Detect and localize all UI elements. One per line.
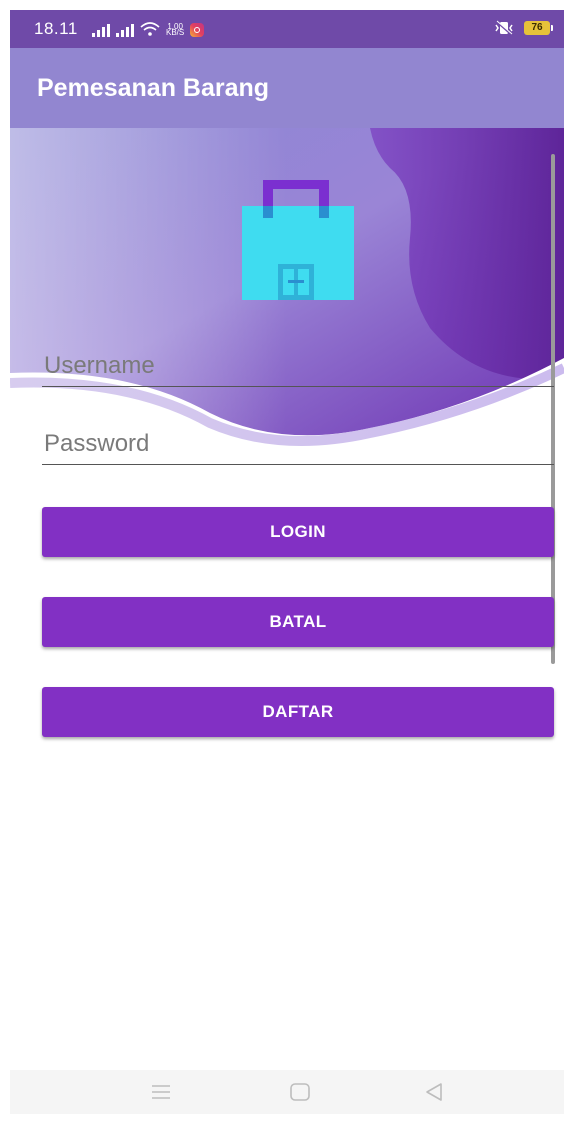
login-screen: 18.11 1.00 KB/S 76 Pemesanan Barang User…: [10, 10, 564, 1114]
home-icon[interactable]: [289, 1082, 311, 1102]
username-input[interactable]: [42, 346, 554, 386]
instagram-icon: [190, 23, 205, 37]
password-field-wrapper: [42, 424, 554, 465]
status-icons-right: 76: [492, 20, 553, 36]
wifi-icon: [140, 22, 160, 36]
login-button[interactable]: LOGIN: [42, 507, 554, 557]
status-time: 18.11: [34, 19, 78, 38]
cancel-button[interactable]: BATAL: [42, 597, 554, 647]
scrollbar[interactable]: [551, 154, 555, 664]
vibrate-icon: [495, 20, 513, 36]
battery-icon: 76: [524, 21, 553, 35]
back-icon[interactable]: [423, 1082, 445, 1102]
app-bar: Pemesanan Barang: [10, 48, 564, 128]
shopping-bag-icon: [242, 180, 354, 300]
signal-icon: [92, 23, 110, 37]
net-speed-unit: KB/S: [166, 28, 185, 37]
signal-icon-2: [116, 23, 134, 37]
register-button[interactable]: DAFTAR: [42, 687, 554, 737]
status-icons-left: 1.00 KB/S: [92, 21, 205, 37]
username-field-wrapper: [42, 346, 554, 387]
navigation-bar: [10, 1070, 564, 1114]
status-bar: 18.11 1.00 KB/S 76: [10, 10, 564, 48]
password-input[interactable]: [42, 424, 554, 464]
app-title: Pemesanan Barang: [37, 74, 270, 102]
net-speed: 1.00 KB/S: [166, 23, 185, 37]
menu-icon[interactable]: [150, 1082, 172, 1102]
